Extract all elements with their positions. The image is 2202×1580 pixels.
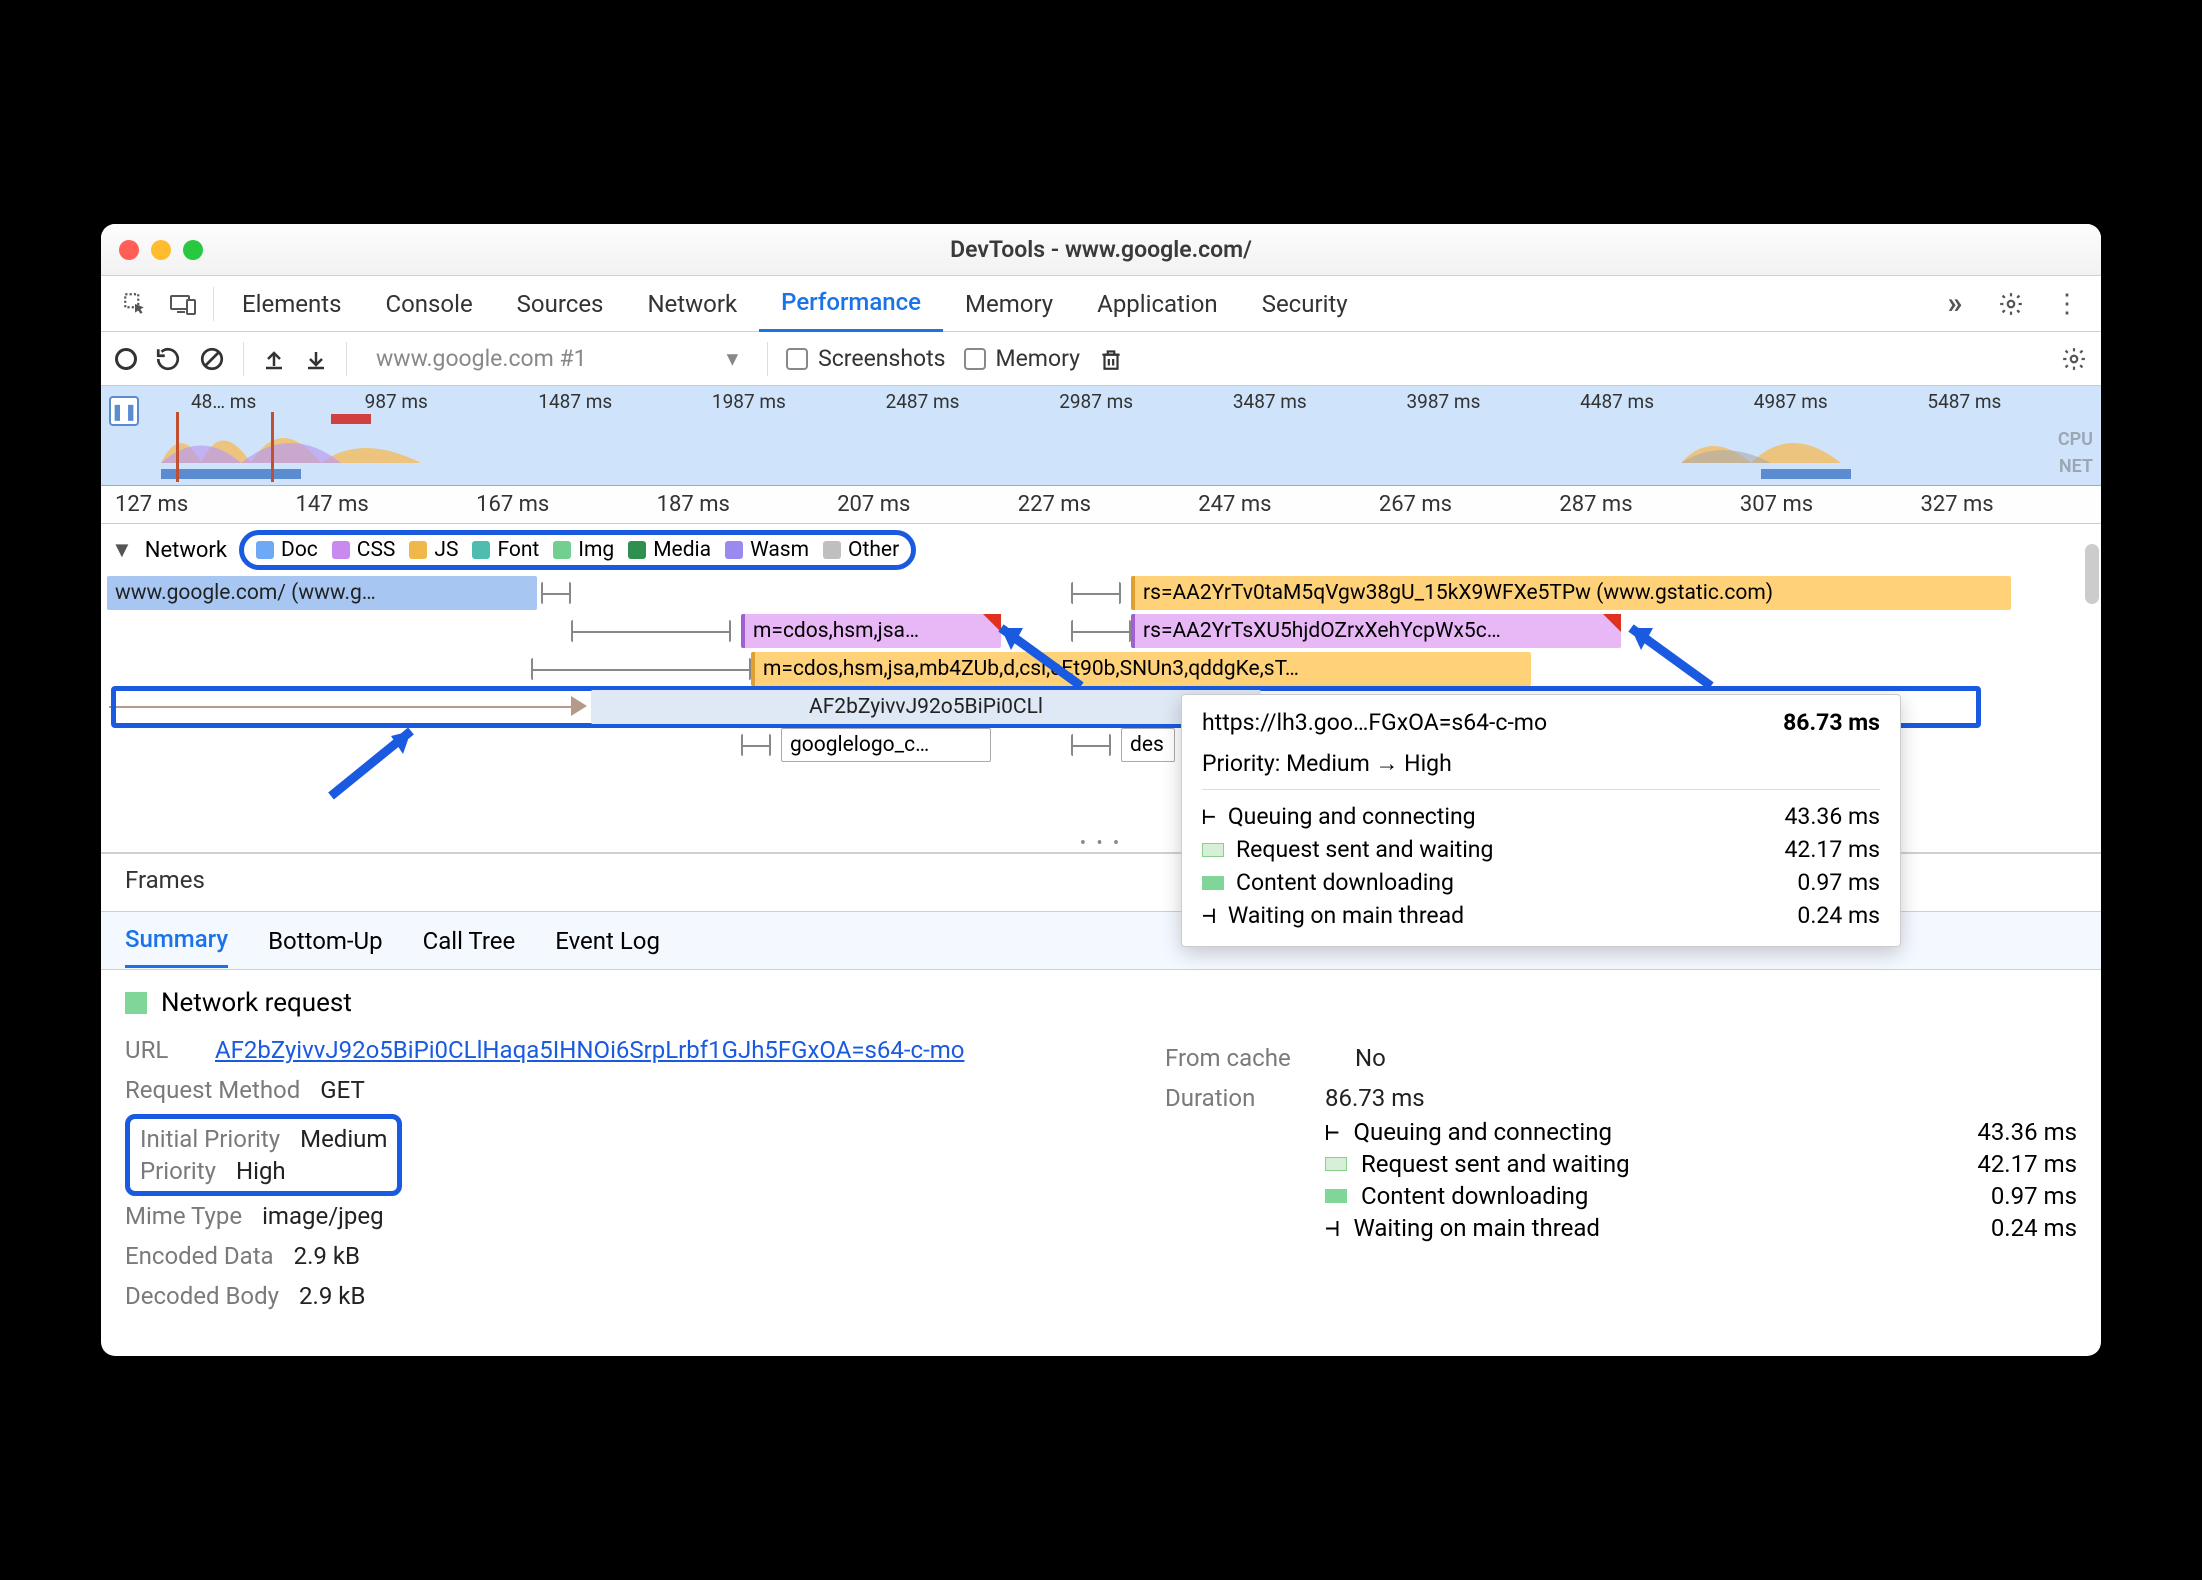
collapse-triangle-icon[interactable]: ▼ — [111, 537, 133, 563]
overview-ticks: 48… ms987 ms1487 ms1987 ms2487 ms2987 ms… — [101, 386, 2101, 413]
tab-performance[interactable]: Performance — [759, 276, 943, 332]
tab-elements[interactable]: Elements — [220, 276, 363, 332]
request-bar-des[interactable]: des — [1121, 728, 1175, 762]
tab-summary[interactable]: Summary — [125, 913, 228, 968]
network-label: Network — [145, 538, 227, 563]
request-bar-css2[interactable]: rs=AA2YrTsXU5hjdOZrxXehYcpWx5c… — [1131, 614, 1621, 648]
download-icon[interactable] — [304, 346, 328, 372]
screenshots-checkbox[interactable]: Screenshots — [786, 345, 945, 372]
upload-icon[interactable] — [262, 346, 286, 372]
memory-checkbox[interactable]: Memory — [964, 345, 1080, 372]
settings-gear-icon[interactable] — [1987, 280, 2035, 328]
kebab-menu-icon[interactable]: ⋮ — [2043, 280, 2091, 328]
summary-pane: Network request URLAF2bZyivvJ92o5BiPi0CL… — [101, 970, 2101, 1356]
main-tabs: Elements Console Sources Network Perform… — [101, 276, 2101, 332]
request-bar-doc[interactable]: www.google.com/ (www.g… — [107, 576, 537, 610]
tab-network[interactable]: Network — [625, 276, 759, 332]
device-toolbar-icon[interactable] — [159, 280, 207, 328]
record-button[interactable] — [115, 348, 137, 370]
request-bar-selected[interactable]: AF2bZyivvJ92o5BiPi0CLl — [591, 690, 1261, 724]
tab-call-tree[interactable]: Call Tree — [423, 915, 516, 967]
network-track[interactable]: ▼ Network Doc CSS JS Font Img Media Wasm… — [101, 524, 2101, 854]
minimize-window-button[interactable] — [151, 240, 171, 260]
request-bar-css1[interactable]: m=cdos,hsm,jsa… — [741, 614, 1001, 648]
resize-handle[interactable]: • • • — [1080, 833, 1122, 854]
duration-breakdown: ⊢Queuing and connecting43.36 ms Request … — [1325, 1116, 2077, 1244]
priority-highlight: Initial PriorityMedium PriorityHigh — [125, 1114, 402, 1196]
zoom-window-button[interactable] — [183, 240, 203, 260]
tab-bottom-up[interactable]: Bottom-Up — [268, 915, 383, 967]
clear-button[interactable] — [199, 346, 225, 372]
request-tooltip: https://lh3.goo…FGxOA=s64-c-mo86.73 ms P… — [1181, 694, 1901, 947]
tab-event-log[interactable]: Event Log — [555, 915, 660, 967]
devtools-window: DevTools - www.google.com/ Elements Cons… — [101, 224, 2101, 1356]
tab-application[interactable]: Application — [1075, 276, 1240, 332]
tab-console[interactable]: Console — [363, 276, 494, 332]
recording-selector[interactable]: www.google.com #1 ▾ — [365, 342, 749, 375]
timeline-overview[interactable]: ❚❚ 48… ms987 ms1487 ms1987 ms2487 ms2987… — [101, 386, 2101, 486]
request-bar-logo[interactable]: googlelogo_c… — [781, 728, 991, 762]
scrollbar-thumb[interactable] — [2085, 544, 2099, 604]
window-controls — [119, 240, 203, 260]
close-window-button[interactable] — [119, 240, 139, 260]
more-tabs-icon[interactable]: » — [1931, 280, 1979, 328]
chevron-down-icon: ▾ — [727, 345, 739, 372]
request-bar-js2[interactable]: m=cdos,hsm,jsa,mb4ZUb,d,csi,cEt90b,SNUn3… — [751, 652, 1531, 686]
summary-url-link[interactable]: AF2bZyivvJ92o5BiPi0CLlHaqa5IHNOi6SrpLrbf… — [215, 1036, 964, 1064]
window-title: DevTools - www.google.com/ — [101, 236, 2101, 263]
titlebar: DevTools - www.google.com/ — [101, 224, 2101, 276]
performance-toolbar: www.google.com #1 ▾ Screenshots Memory — [101, 332, 2101, 386]
capture-settings-icon[interactable] — [2061, 346, 2087, 372]
tab-security[interactable]: Security — [1240, 276, 1370, 332]
tab-sources[interactable]: Sources — [495, 276, 626, 332]
summary-title: Network request — [125, 988, 1105, 1018]
tab-memory[interactable]: Memory — [943, 276, 1075, 332]
garbage-collect-icon[interactable] — [1098, 346, 1124, 372]
request-bar-gstatic[interactable]: rs=AA2YrTv0taM5qVgw38gU_15kX9WFXe5TPw (w… — [1131, 576, 2011, 610]
timeline-ruler[interactable]: 127 ms147 ms167 ms187 ms207 ms227 ms247 … — [101, 486, 2101, 524]
inspect-icon[interactable] — [111, 280, 159, 328]
reload-button[interactable] — [155, 346, 181, 372]
network-legend: Doc CSS JS Font Img Media Wasm Other — [239, 530, 916, 570]
